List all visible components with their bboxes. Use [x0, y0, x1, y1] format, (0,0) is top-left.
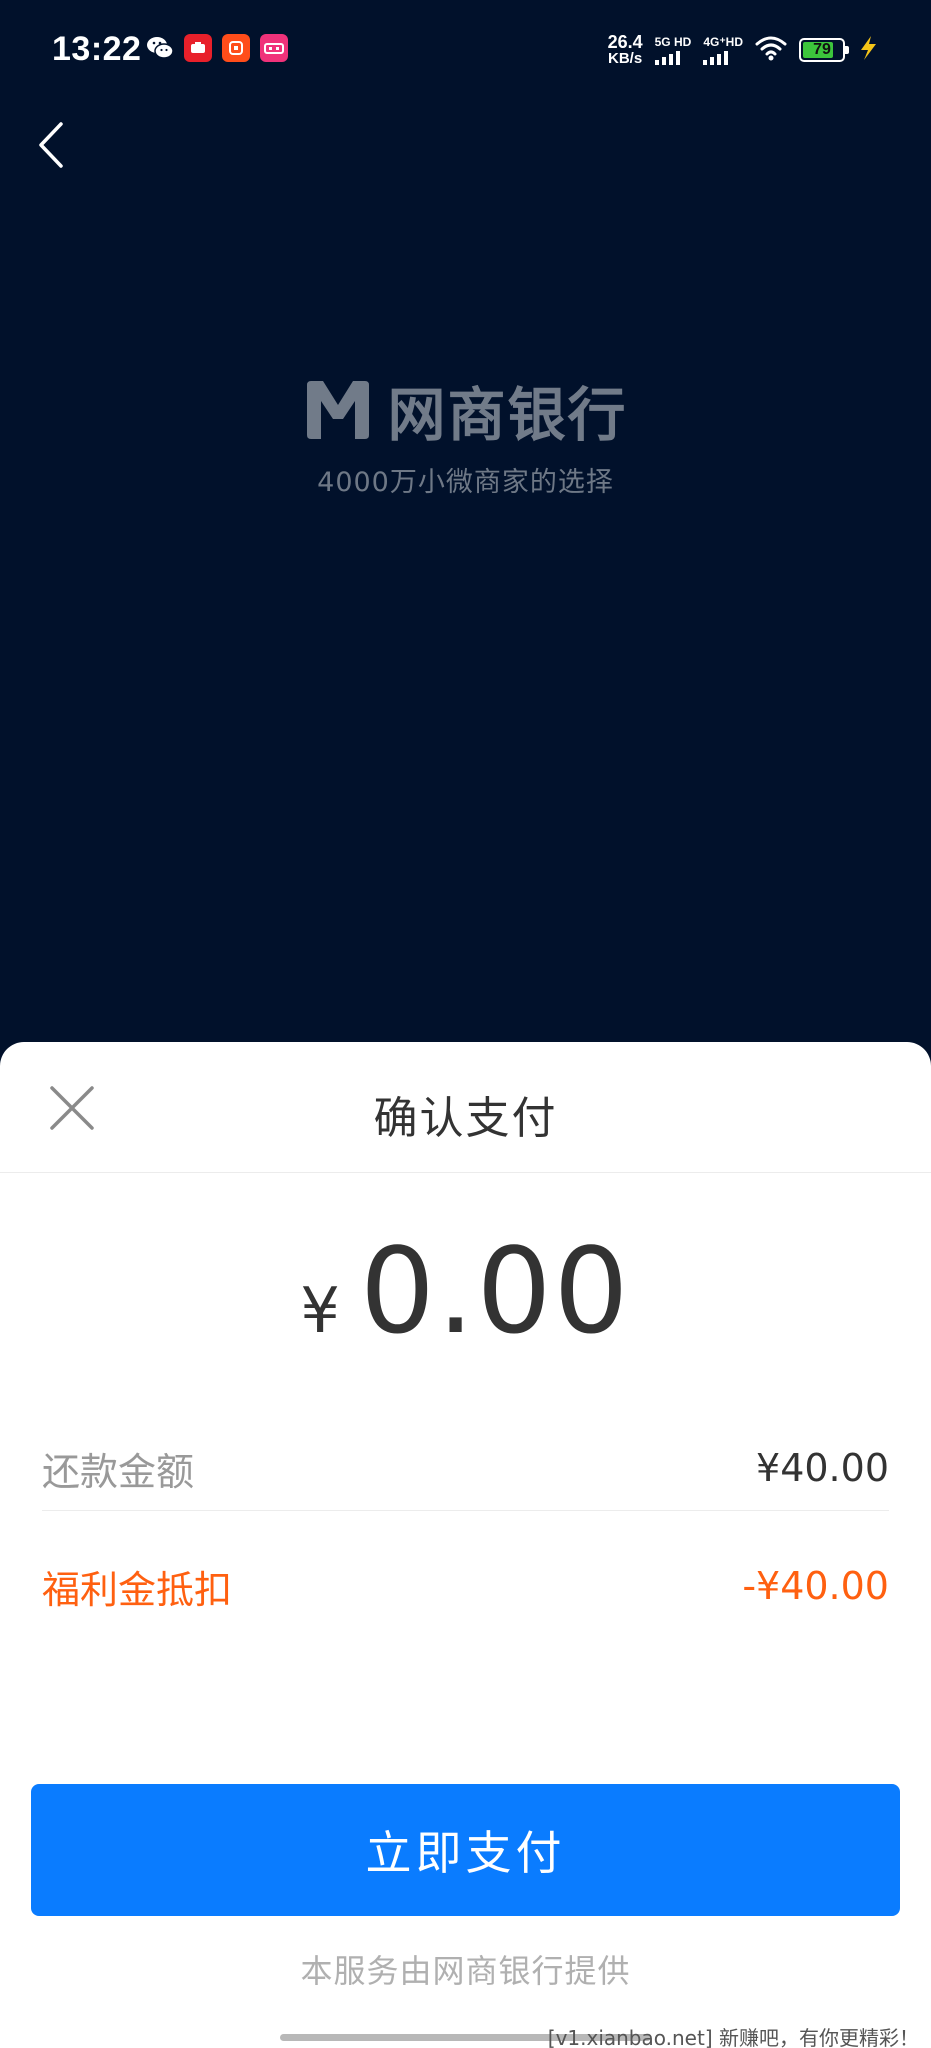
bank-slogan: 4000万小微商家的选择	[317, 467, 614, 498]
payment-screen: 13:22 26.4 KB/s 5G HD 4G⁺HD 79 网商银行 4000…	[0, 0, 931, 2048]
chevron-left-icon	[39, 122, 63, 168]
wifi-icon	[755, 35, 787, 65]
currency-symbol: ¥	[300, 1274, 340, 1347]
bank-name: 网商银行	[387, 381, 628, 449]
back-button[interactable]	[22, 110, 78, 180]
bank-brand: 网商银行 4000万小微商家的选择	[0, 368, 931, 499]
repay-amount-value: ¥40.00	[756, 1446, 889, 1490]
repay-amount-row: 还款金额 ¥40.00	[42, 1428, 889, 1508]
battery-indicator: 79	[799, 38, 849, 62]
signal-5g-label: 5G HD	[654, 35, 692, 49]
signal-4g-label: 4G⁺HD	[703, 35, 743, 49]
pay-now-button[interactable]: 立即支付	[31, 1784, 900, 1916]
mybank-m-logo-icon	[307, 381, 370, 439]
wechat-icon	[146, 34, 174, 62]
welfare-deduction-row: 福利金抵扣 -¥40.00	[42, 1546, 889, 1626]
status-indicators: 26.4 KB/s 5G HD 4G⁺HD 79	[608, 30, 879, 70]
amount-value: 0.00	[359, 1222, 631, 1360]
status-time: 13:22	[52, 30, 142, 68]
app-pink-icon	[260, 34, 288, 62]
confirm-payment-sheet: 确认支付 ¥ 0.00 还款金额 ¥40.00 福利金抵扣 -¥40.00 立即…	[0, 1042, 931, 2048]
payment-amount: ¥ 0.00	[0, 1222, 931, 1360]
provider-note: 本服务由网商银行提供	[300, 1952, 631, 1990]
signal-4g: 4G⁺HD	[703, 35, 743, 65]
signal-5g: 5G HD	[654, 35, 692, 65]
network-speed-unit: KB/s	[608, 50, 643, 67]
watermark-text: [v1.xianbao.net] 新赚吧，有你更精彩！	[547, 2026, 919, 2048]
sheet-header: 确认支付	[0, 1042, 931, 1173]
app-orange-icon	[222, 34, 250, 62]
app-red-icon	[184, 34, 212, 62]
network-speed-value: 26.4	[607, 32, 643, 52]
notification-icons	[146, 34, 288, 62]
signal-bars-icon	[703, 51, 729, 65]
signal-bars-icon	[654, 51, 680, 65]
battery-level: 79	[813, 41, 831, 58]
divider	[42, 1510, 889, 1511]
welfare-deduction-label: 福利金抵扣	[42, 1567, 233, 1612]
welfare-deduction-value: -¥40.00	[742, 1564, 889, 1608]
network-speed: 26.4 KB/s	[608, 33, 643, 67]
sheet-title: 确认支付	[373, 1093, 558, 1144]
status-bar: 13:22 26.4 KB/s 5G HD 4G⁺HD 79	[0, 0, 931, 100]
charging-bolt-icon	[857, 35, 879, 65]
repay-amount-label: 还款金额	[42, 1449, 195, 1494]
